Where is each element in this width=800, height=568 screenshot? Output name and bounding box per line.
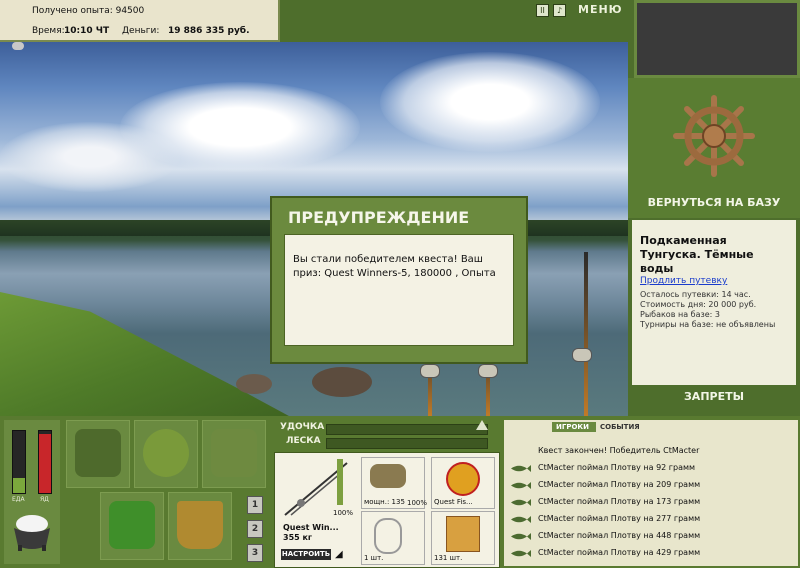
minimap-panel [634, 0, 800, 78]
fish-icon [511, 533, 531, 540]
fish-icon [511, 482, 531, 489]
day-cost: Стоимость дня: 20 000 руб. [640, 300, 757, 309]
reel-percent: 100% [407, 499, 428, 507]
tab-events[interactable]: СОБЫТИЯ [600, 423, 640, 431]
fish-icon [511, 499, 531, 506]
line-slot[interactable]: Quest Fis... [431, 457, 495, 509]
inventory-slot-bag[interactable] [66, 420, 130, 488]
inventory-slot-sack[interactable] [134, 420, 198, 488]
hook-icon [374, 518, 402, 554]
reel-power: мощн.: 135 [364, 498, 405, 506]
bucket-icon [177, 501, 223, 549]
return-to-base-button[interactable]: ВЕРНУТЬСЯ НА БАЗУ [628, 196, 800, 209]
time-value: 10:10 ЧТ [64, 26, 110, 36]
inventory-page-3[interactable]: 3 [247, 544, 263, 562]
food-label: ЕДА [12, 496, 25, 503]
rod-percent: 100% [333, 509, 354, 517]
fish-icon [511, 550, 531, 557]
feed-message: CtMacter поймал Плотву на 92 грамм [538, 463, 696, 472]
food-basket-icon [109, 501, 155, 549]
experience-text: Получено опыта: 94500 [32, 6, 145, 16]
rod-durability-bar [337, 459, 343, 505]
inventory-slot-bucket[interactable] [168, 492, 232, 560]
ship-wheel-icon[interactable] [672, 94, 756, 178]
top-icons: II ♪ [536, 4, 570, 17]
feed-message: CtMacter поймал Плотву на 209 грамм [538, 480, 701, 489]
feed-message: Квест закончен! Победитель CtMacter [538, 446, 700, 455]
fishing-rod-3[interactable] [584, 252, 588, 416]
money-label: Деньги: [122, 26, 160, 36]
hook-slot[interactable]: 1 шт. [361, 511, 425, 565]
hook-count: 1 шт. [364, 554, 384, 562]
pause-icon[interactable]: II [536, 4, 549, 17]
location-info: Подкаменная Тунгуска. Тёмные воды Продли… [632, 220, 796, 385]
cloud [120, 82, 360, 172]
line-gauge-label: ЛЕСКА [286, 436, 321, 446]
feed-message: CtMacter поймал Плотву на 448 грамм [538, 531, 701, 540]
bait-pack-icon [446, 516, 480, 552]
gauge-arrow-icon [476, 420, 488, 430]
poison-meter-fill [39, 434, 51, 493]
events-feed: ИГРОКИ СОБЫТИЯ Квест закончен! Победител… [504, 420, 798, 566]
inventory-slot-food-basket[interactable] [100, 492, 164, 560]
fish-icon [511, 465, 531, 472]
fish-icon [511, 516, 531, 523]
line-spool-icon [446, 462, 480, 496]
tab-players-label: ИГРОКИ [556, 423, 589, 431]
time-label: Время: [32, 26, 65, 36]
reel-icon [370, 464, 406, 488]
adjust-button[interactable]: НАСТРОИТЬ [281, 549, 331, 560]
tournaments-info: Турниры на базе: не объявлены [640, 320, 776, 329]
line-tension-gauge [326, 438, 488, 449]
sound-icon[interactable]: ♪ [553, 4, 566, 17]
extend-trip-link[interactable]: Продлить путевку [640, 276, 727, 286]
inventory-page-1[interactable]: 1 [247, 496, 263, 514]
menu-button[interactable]: МЕНЮ [578, 3, 623, 16]
status-meters: ЕДА ЯД [4, 420, 60, 564]
food-meter-fill [13, 477, 25, 493]
status-panel: Получено опыта: 94500 Время: 10:10 ЧТ Де… [0, 0, 280, 42]
feed-message: CtMacter поймал Плотву на 429 грамм [538, 548, 701, 557]
rod-weight: 355 кг [283, 533, 313, 542]
money-value: 19 886 335 руб. [168, 26, 250, 36]
rod-tension-gauge [326, 424, 488, 435]
line-name: Quest Fis... [434, 498, 473, 506]
expand-arrow-icon[interactable]: ◢ [335, 549, 343, 560]
poison-label: ЯД [40, 496, 49, 503]
dialog-title: ПРЕДУПРЕЖДЕНИЕ [288, 208, 470, 227]
reel-icon [572, 348, 592, 362]
bans-button[interactable]: ЗАПРЕТЫ [628, 390, 800, 403]
bait-slot[interactable]: 131 шт. [431, 511, 495, 565]
rock [236, 374, 272, 394]
anglers-count: Рыбаков на базе: 3 [640, 310, 720, 319]
rock [312, 367, 372, 397]
dialog-message: Вы стали победителем квеста! Ваш приз: Q… [284, 234, 514, 346]
feed-message: CtMacter поймал Плотву на 173 грамм [538, 497, 701, 506]
rod-name: Quest Win... [283, 523, 339, 532]
reel-icon [478, 364, 498, 378]
inventory-slot-rods[interactable] [202, 420, 266, 488]
warning-dialog[interactable]: ПРЕДУПРЕЖДЕНИЕ Вы стали победителем квес… [270, 196, 528, 364]
inventory-page-2[interactable]: 2 [247, 520, 263, 538]
food-meter [12, 430, 26, 494]
trip-left: Осталось путевки: 14 час. [640, 290, 751, 299]
cooking-pot-icon[interactable] [10, 512, 54, 552]
tackle-panel: Quest Win... 355 кг 100% НАСТРОИТЬ ◢ мощ… [274, 452, 500, 568]
rods-icon [211, 429, 257, 477]
feed-message: CtMacter поймал Плотву на 277 грамм [538, 514, 701, 523]
bag-icon [75, 429, 121, 477]
bait-count: 131 шт. [434, 554, 463, 562]
scene-handle-icon[interactable] [12, 42, 24, 50]
sack-icon [143, 429, 189, 477]
location-title: Подкаменная Тунгуска. Тёмные воды [640, 234, 754, 275]
rod-gauge-label: УДОЧКА [280, 422, 325, 432]
poison-meter [38, 430, 52, 494]
reel-icon [420, 364, 440, 378]
cloud [380, 52, 600, 152]
grassy-shore [0, 292, 300, 416]
